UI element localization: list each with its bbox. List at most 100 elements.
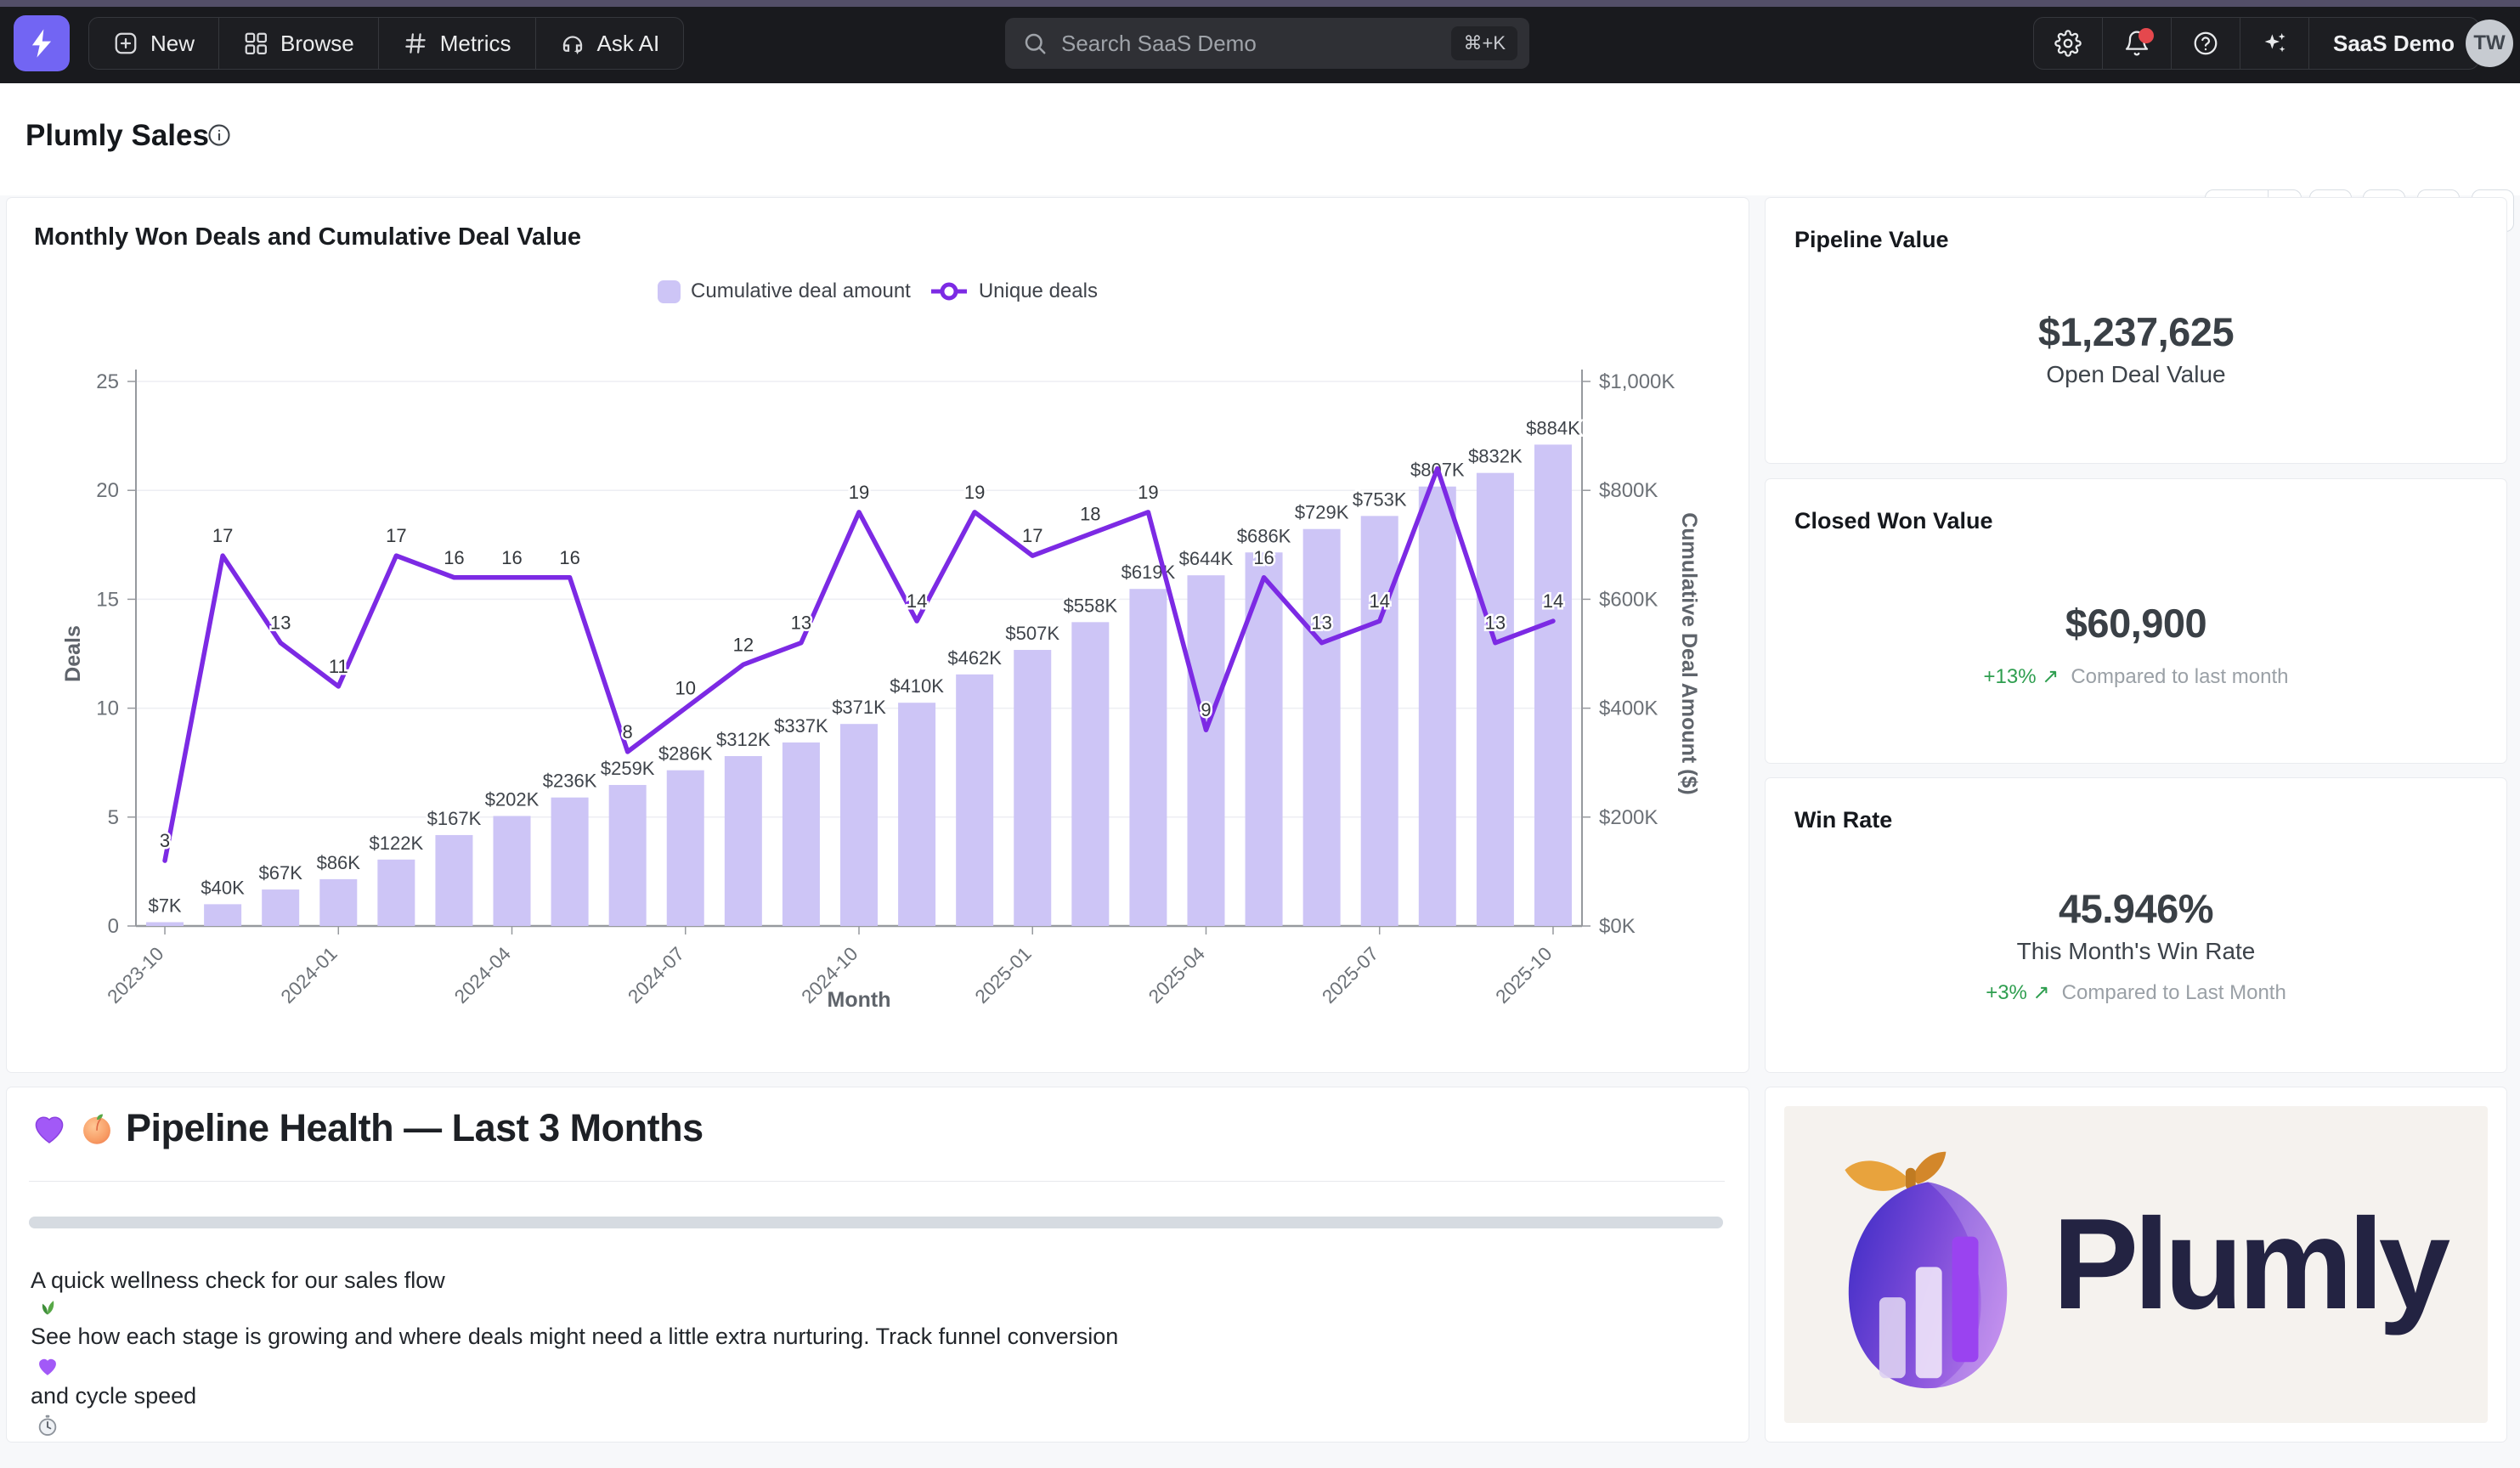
svg-text:19: 19 <box>1138 482 1158 503</box>
svg-text:5: 5 <box>108 806 119 829</box>
user-avatar[interactable]: TW <box>2466 20 2513 67</box>
svg-text:Cumulative Deal Amount ($): Cumulative Deal Amount ($) <box>1677 512 1701 794</box>
svg-text:14: 14 <box>907 590 927 612</box>
kpi-value: $60,900 <box>1766 600 2506 646</box>
notification-badge <box>2139 28 2154 43</box>
combo-chart[interactable]: 0$0K5$200K10$400K15$600K20$800K25$1,000K… <box>7 198 1749 1072</box>
svg-text:$200K: $200K <box>1599 806 1658 829</box>
svg-text:$259K: $259K <box>601 758 655 779</box>
kpi-value: 45.946% <box>1766 885 2506 932</box>
svg-text:17: 17 <box>386 525 406 546</box>
ask-ai-icon <box>560 31 585 56</box>
dashboard-header: Plumly Sales <box>0 83 2520 195</box>
svg-text:$0K: $0K <box>1599 915 1636 938</box>
svg-text:$167K: $167K <box>427 808 482 829</box>
purple-heart-icon <box>36 1354 59 1378</box>
search-placeholder: Search SaaS Demo <box>1061 31 1451 57</box>
kpi-delta: +13% ↗ <box>1984 665 2060 688</box>
svg-text:0: 0 <box>108 915 119 938</box>
horizontal-rule <box>29 1217 1723 1228</box>
svg-text:2024-04: 2024-04 <box>450 943 515 1008</box>
gear-icon <box>2054 30 2082 57</box>
svg-text:13: 13 <box>1485 613 1506 634</box>
svg-text:3: 3 <box>160 830 170 851</box>
svg-text:$729K: $729K <box>1295 502 1349 523</box>
kpi-title: Closed Won Value <box>1794 508 1993 534</box>
svg-text:14: 14 <box>1369 590 1389 612</box>
svg-text:17: 17 <box>212 525 233 546</box>
kpi-value: $1,237,625 <box>1766 308 2506 355</box>
svg-text:Deals: Deals <box>61 625 85 682</box>
app-logo[interactable] <box>14 15 70 71</box>
svg-text:2024-01: 2024-01 <box>277 943 342 1008</box>
herb-icon <box>36 1294 59 1318</box>
ai-assistant-button[interactable] <box>2240 18 2309 69</box>
markdown-paragraph-2: See how each stage is growing and where … <box>31 1318 1692 1442</box>
kpi-subtitle: This Month's Win Rate <box>1766 938 2506 965</box>
plumly-logo: Plumly <box>1784 1106 2488 1423</box>
svg-text:$202K: $202K <box>485 789 540 810</box>
markdown-heading-text: Pipeline Health — Last 3 Months <box>126 1106 703 1150</box>
project-selector[interactable]: SaaS Demo <box>2309 18 2478 69</box>
app-root: New Browse Metrics Ask AI Search SaaS De… <box>0 0 2520 1468</box>
logo-image-tile: Plumly <box>1766 1087 2506 1442</box>
svg-text:12: 12 <box>733 634 754 655</box>
top-navbar: New Browse Metrics Ask AI Search SaaS De… <box>0 7 2520 83</box>
search-icon <box>1022 31 1048 56</box>
svg-text:20: 20 <box>96 479 119 502</box>
peach-icon <box>78 1109 116 1147</box>
svg-text:$884K: $884K <box>1526 417 1580 438</box>
svg-text:18: 18 <box>1080 503 1100 524</box>
svg-text:$40K: $40K <box>201 877 245 898</box>
kpi-closed-won-value: Closed Won Value $60,900 +13% ↗Compared … <box>1766 479 2506 763</box>
kpi-comparison: +13% ↗Compared to last month <box>1766 664 2506 689</box>
notifications-button[interactable] <box>2103 18 2172 69</box>
plum-fruit-icon <box>1827 1138 2029 1392</box>
svg-text:2025-10: 2025-10 <box>1491 943 1556 1008</box>
search-shortcut-badge: ⌘+K <box>1451 26 1517 60</box>
nav-browse-button[interactable]: Browse <box>219 18 379 69</box>
svg-text:19: 19 <box>849 482 869 503</box>
nav-metrics-label: Metrics <box>440 31 511 57</box>
window-top-strip <box>0 0 2520 7</box>
hash-icon <box>403 31 428 56</box>
kpi-comparison: +3% ↗Compared to Last Month <box>1766 980 2506 1005</box>
kpi-win-rate: Win Rate 45.946% This Month's Win Rate +… <box>1766 778 2506 1072</box>
svg-text:$507K: $507K <box>1005 623 1059 644</box>
nav-browse-label: Browse <box>280 31 354 57</box>
avatar-initials: TW <box>2473 31 2505 55</box>
nav-metrics-button[interactable]: Metrics <box>379 18 536 69</box>
svg-text:15: 15 <box>96 588 119 611</box>
nav-ask-ai-button[interactable]: Ask AI <box>536 18 684 69</box>
svg-text:2025-07: 2025-07 <box>1318 943 1382 1008</box>
grid-icon <box>243 31 268 56</box>
stopwatch-icon <box>36 1414 59 1437</box>
svg-text:14: 14 <box>1543 590 1563 612</box>
svg-text:25: 25 <box>96 370 119 393</box>
plumly-wordmark: Plumly <box>2053 1190 2445 1339</box>
kpi-pipeline-value: Pipeline Value $1,237,625 Open Deal Valu… <box>1766 198 2506 463</box>
svg-text:2025-04: 2025-04 <box>1144 943 1209 1008</box>
plus-square-icon <box>113 31 138 56</box>
svg-text:$686K: $686K <box>1237 525 1291 546</box>
sparkles-icon <box>2261 30 2288 57</box>
svg-text:$800K: $800K <box>1599 479 1658 502</box>
svg-text:$558K: $558K <box>1064 595 1118 616</box>
markdown-paragraph-1: A quick wellness check for our sales flo… <box>31 1268 445 1318</box>
svg-text:16: 16 <box>1253 547 1274 568</box>
svg-text:16: 16 <box>501 547 522 568</box>
global-search-input[interactable]: Search SaaS Demo ⌘+K <box>1005 18 1529 69</box>
chart-tile: Monthly Won Deals and Cumulative Deal Va… <box>7 198 1749 1072</box>
settings-button[interactable] <box>2034 18 2103 69</box>
nav-new-button[interactable]: New <box>89 18 219 69</box>
page-title: Plumly Sales <box>25 119 209 153</box>
svg-text:16: 16 <box>559 547 579 568</box>
project-name: SaaS Demo <box>2333 31 2455 57</box>
help-button[interactable] <box>2172 18 2240 69</box>
svg-text:13: 13 <box>791 613 811 634</box>
svg-text:19: 19 <box>964 482 985 503</box>
nav-ask-ai-label: Ask AI <box>597 31 660 57</box>
svg-text:$7K: $7K <box>148 895 181 917</box>
svg-text:13: 13 <box>270 613 291 634</box>
info-icon[interactable] <box>206 122 232 148</box>
